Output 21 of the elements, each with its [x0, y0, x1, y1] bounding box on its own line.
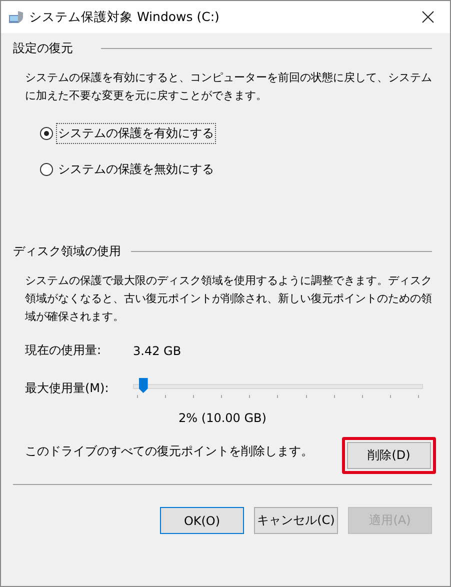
section-heading: ディスク領域の使用: [13, 242, 121, 260]
slider-thumb[interactable]: [138, 378, 148, 393]
radio-button[interactable]: [40, 127, 53, 140]
delete-description: このドライブのすべての復元ポイントを削除します。: [25, 443, 313, 460]
max-usage-slider[interactable]: [133, 377, 423, 399]
shield-pc-icon: [9, 10, 25, 24]
max-usage-reading: 2% (10.00 GB): [178, 411, 268, 425]
max-usage-label: 最大使用量(M):: [25, 380, 110, 396]
current-usage-label: 現在の使用量:: [25, 342, 102, 359]
dialog-button[interactable]: キャンセル(C): [254, 507, 338, 534]
radio-button[interactable]: [40, 163, 53, 176]
dialog-button[interactable]: OK(O): [160, 507, 244, 534]
delete-button[interactable]: 削除(D): [347, 442, 431, 469]
radio-label[interactable]: システムの保護を有効にする: [56, 123, 216, 144]
radio-label[interactable]: システムの保護を無効にする: [56, 159, 216, 180]
description-text: システムの保護で最大限のディスク領域を使用するように調整できます。ディスク領域がなくなると、古い復元ポイントが削除され、新しい復元ポイントのための領域が確保されます。: [25, 273, 433, 325]
close-icon[interactable]: [422, 11, 434, 23]
section-heading: 設定の復元: [13, 40, 73, 56]
description-text: システムの保護を有効にすると、コンピューターを前回の状態に戻して、システムに加えた不要な変更を元に戻すことができます。: [25, 70, 433, 104]
current-usage-value: 3.42 GB: [133, 344, 182, 358]
window-title: システム保護対象 Windows (C:): [29, 8, 220, 26]
